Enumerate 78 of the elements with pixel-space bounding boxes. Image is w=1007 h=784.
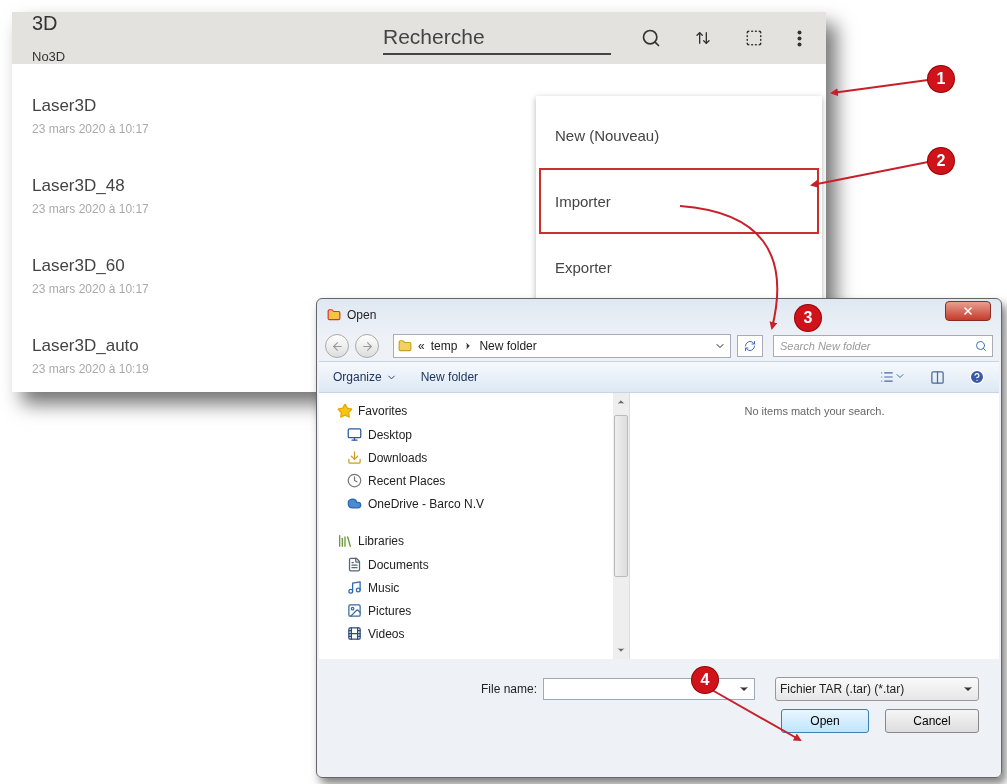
menu-item[interactable]: Exporter [539, 234, 819, 300]
dialog-button[interactable]: Cancel [885, 709, 979, 733]
nav-group[interactable]: Favorites [337, 401, 613, 421]
menu-item[interactable]: New (Nouveau) [539, 102, 819, 168]
nav-item[interactable]: Downloads [337, 448, 613, 467]
empty-message: No items match your search. [744, 405, 885, 419]
library-icon [337, 533, 353, 549]
nav-item[interactable]: Documents [337, 555, 613, 574]
dashed-square-icon [745, 29, 763, 47]
callout-number: 2 [928, 148, 954, 174]
refresh-icon [744, 340, 756, 352]
image-icon [347, 603, 362, 618]
film-icon [347, 626, 362, 641]
item-name: Laser3D_60 [32, 256, 125, 276]
list-item[interactable]: Laser3D 23 mars 2020 à 10:17 [12, 76, 292, 156]
dialog-title: Open [347, 308, 377, 322]
item-name: Laser3D_auto [32, 336, 139, 356]
app-subtitle: No3D [32, 49, 67, 64]
help-button[interactable] [969, 369, 985, 385]
view-button[interactable] [880, 370, 906, 384]
scrollbar[interactable] [613, 393, 629, 659]
list-item[interactable]: Laser3D_48 23 mars 2020 à 10:17 [12, 156, 292, 236]
nav-item[interactable]: Music [337, 578, 613, 597]
toolbar-button[interactable]: Organize [333, 370, 397, 384]
callout-number: 3 [795, 305, 821, 331]
document-icon [347, 557, 362, 572]
folder-icon [398, 339, 412, 353]
nav-item[interactable]: Recent Places [337, 471, 613, 490]
download-icon [347, 450, 362, 465]
nav-item[interactable]: OneDrive - Barco N.V [337, 494, 613, 513]
app-title: 3D [32, 12, 59, 35]
address-bar[interactable]: « temp New folder [393, 334, 731, 358]
callout-number: 1 [928, 66, 954, 92]
path-prefix: « [418, 339, 425, 353]
music-icon [347, 580, 362, 595]
toolbar-button[interactable]: New folder [420, 370, 479, 384]
preview-pane-button[interactable] [930, 369, 945, 385]
close-icon [962, 305, 974, 317]
list-item[interactable]: Laser3D_60 23 mars 2020 à 10:17 [12, 236, 292, 316]
pane-icon [930, 369, 945, 385]
sort-icon [695, 30, 711, 46]
callout-number: 4 [692, 667, 718, 693]
app-icon [327, 308, 341, 322]
list-view-icon [880, 370, 894, 384]
item-name: Laser3D [32, 96, 97, 116]
forward-arrow-icon [360, 339, 374, 353]
forward-button[interactable] [355, 334, 379, 358]
scroll-up-icon[interactable] [616, 397, 626, 407]
star-icon [337, 403, 353, 419]
path-segment[interactable]: temp [430, 339, 458, 353]
item-name: Laser3D_48 [32, 176, 125, 196]
search-icon [975, 340, 987, 352]
clock-icon [347, 473, 362, 488]
menu-item[interactable]: Importer [539, 168, 819, 234]
search-field[interactable]: Recherche [383, 21, 611, 55]
item-date: 23 mars 2020 à 10:17 [32, 202, 149, 216]
search-field[interactable]: Search New folder [773, 335, 993, 357]
file-type-select[interactable]: Fichier TAR (.tar) (*.tar) [775, 677, 979, 701]
back-button[interactable] [325, 334, 349, 358]
item-date: 23 mars 2020 à 10:17 [32, 282, 149, 296]
item-date: 23 mars 2020 à 10:19 [32, 362, 149, 376]
nav-item[interactable]: Pictures [337, 601, 613, 620]
monitor-icon [347, 427, 362, 442]
nav-group[interactable]: Libraries [337, 531, 613, 551]
help-icon [969, 369, 985, 385]
close-button[interactable] [945, 301, 991, 321]
refresh-button[interactable] [737, 335, 763, 357]
more-icon [797, 29, 802, 47]
path-segment[interactable]: New folder [479, 339, 537, 353]
list-item[interactable]: Laser3D_auto 23 mars 2020 à 10:19 [12, 316, 292, 396]
nav-item[interactable]: Desktop [337, 425, 613, 444]
dialog-button[interactable]: Open [781, 709, 869, 733]
nav-item[interactable]: Videos [337, 624, 613, 643]
file-name-label: File name: [480, 682, 537, 696]
item-date: 23 mars 2020 à 10:17 [32, 122, 149, 136]
scroll-down-icon[interactable] [616, 645, 626, 655]
back-arrow-icon [330, 339, 344, 353]
cloud-icon [347, 496, 362, 511]
